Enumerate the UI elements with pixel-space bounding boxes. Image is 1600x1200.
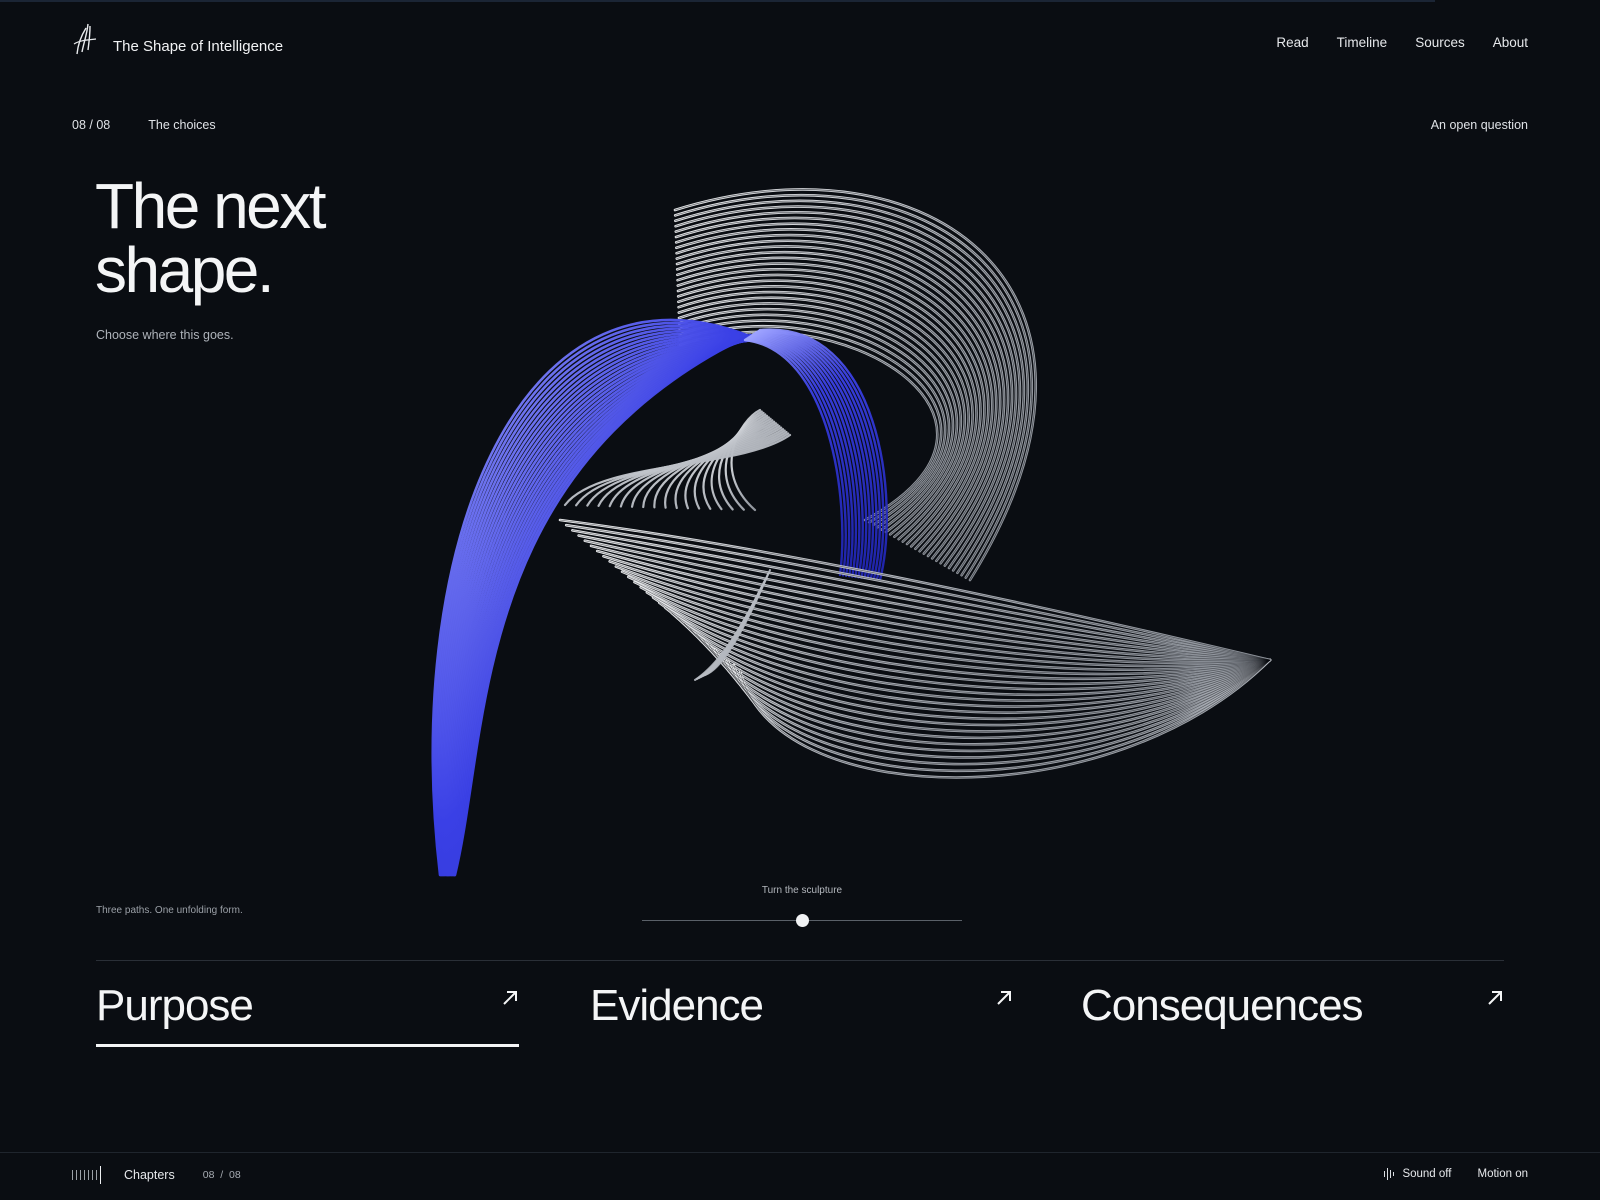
rotation-slider[interactable]: Turn the sculpture [642, 885, 962, 935]
choice-purpose[interactable]: Purpose [96, 975, 519, 1047]
chapter-meta: 08 / 08 The choices [72, 118, 216, 132]
page: The Shape of Intelligence Read Timeline … [0, 0, 1600, 1200]
sculpture-caption: Three paths. One unfolding form. [96, 905, 243, 916]
nav-link-timeline[interactable]: Timeline [1337, 35, 1388, 50]
chapters-button[interactable]: Chapters [124, 1168, 175, 1182]
page-count: 08 / 08 [203, 1169, 241, 1181]
nav-link-about[interactable]: About [1493, 35, 1528, 50]
reading-progress-bar [0, 0, 1435, 2]
site-logo[interactable]: The Shape of Intelligence [72, 22, 283, 56]
main-nav: Read Timeline Sources About [1276, 35, 1528, 50]
chapter-index: 08 / 08 [72, 118, 111, 132]
choice-consequences[interactable]: Consequences [1081, 975, 1504, 1047]
logo-mark-icon [73, 23, 97, 55]
ribbon-sculpture[interactable] [410, 170, 1280, 895]
site-title: The Shape of Intelligence [113, 37, 284, 55]
arrow-up-right-icon [1488, 991, 1502, 1005]
footer-chapters: Chapters 08 / 08 [72, 1166, 241, 1184]
arrow-up-right-icon [503, 991, 517, 1005]
active-choice-underline [96, 1044, 519, 1047]
choices-divider [96, 960, 1504, 961]
slider-label: Turn the sculpture [761, 885, 843, 896]
page-title-line-2: shape. [95, 234, 275, 306]
nav-link-sources[interactable]: Sources [1415, 35, 1465, 50]
footer-toggles: Sound off Motion on [1384, 1168, 1528, 1180]
page-separator: / [220, 1169, 224, 1181]
nav-link-read[interactable]: Read [1276, 35, 1308, 50]
arrow-up-right-icon [997, 991, 1011, 1005]
choice-label: Evidence [590, 981, 764, 1030]
page-title-line-1: The next [95, 170, 327, 242]
current-page: 08 [202, 1169, 215, 1181]
page-subtitle: Choose where this goes. [96, 328, 234, 342]
silver-ribbon-sweep [558, 518, 1272, 779]
sound-wave-icon [1384, 1168, 1395, 1180]
motion-toggle[interactable]: Motion on [1477, 1168, 1528, 1180]
sound-label: Sound off [1402, 1168, 1452, 1180]
choice-label: Purpose [96, 981, 254, 1030]
chapter-name: The choices [148, 118, 216, 132]
choice-evidence[interactable]: Evidence [590, 975, 1013, 1047]
sound-toggle[interactable]: Sound off [1384, 1168, 1451, 1180]
choice-label: Consequences [1081, 981, 1364, 1030]
chapters-bars-icon[interactable] [72, 1166, 101, 1184]
chapter-tag: An open question [1430, 118, 1528, 132]
page-title: The next shape. [95, 174, 327, 302]
slider-thumb[interactable] [795, 914, 809, 927]
footer-bar: Chapters 08 / 08 Sound off Motion on [0, 1152, 1600, 1200]
total-pages: 08 [229, 1169, 241, 1181]
